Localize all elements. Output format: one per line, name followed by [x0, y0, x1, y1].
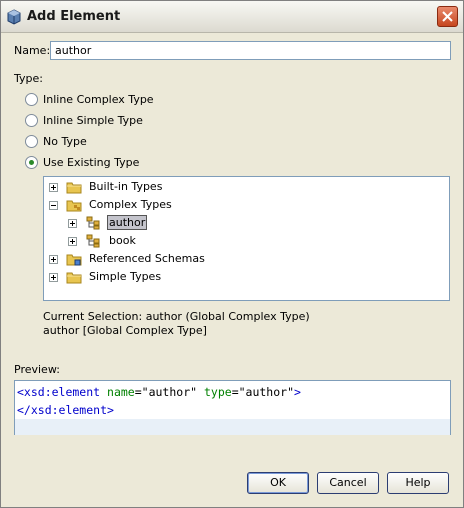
radio-label: Inline Simple Type [43, 114, 143, 127]
close-button[interactable] [437, 6, 458, 27]
preview-panel[interactable]: <xsd:element name="author" type="author"… [14, 380, 451, 435]
dialog-title: Add Element [27, 9, 121, 24]
cancel-button[interactable]: Cancel [317, 472, 379, 494]
tree-item-author[interactable]: author [44, 215, 444, 232]
tree-item-label: book [109, 234, 136, 247]
expand-icon[interactable] [49, 255, 58, 264]
tree-item-label: Complex Types [89, 198, 172, 211]
radio-label: Inline Complex Type [43, 93, 154, 106]
type-label: Type: [14, 72, 43, 85]
code-open-tag: <xsd:element [17, 385, 101, 399]
selection-type-text: author [Global Complex Type] [43, 324, 207, 337]
code-attr-type-value: ="author" [231, 385, 294, 399]
tree-item-label: Simple Types [89, 270, 162, 283]
tree-item-book[interactable]: book [44, 233, 444, 250]
cube-icon [7, 9, 21, 25]
radio-button[interactable] [25, 93, 38, 106]
radio-button-checked[interactable] [25, 156, 38, 169]
radio-button[interactable] [25, 135, 38, 148]
complex-type-icon [86, 216, 100, 230]
code-tag-end: > [294, 385, 301, 399]
name-input[interactable] [50, 41, 451, 60]
tree-item-label-selected: author [107, 215, 148, 230]
add-element-dialog: Add Element Name: Type: Inline Complex T… [0, 0, 464, 508]
folder-icon [66, 272, 82, 284]
preview-line-1: <xsd:element name="author" type="author"… [17, 385, 301, 399]
code-close-tag: </xsd:element> [17, 403, 114, 417]
ok-button[interactable]: OK [247, 472, 309, 494]
folder-open-icon [66, 200, 82, 212]
folder-icon [66, 182, 82, 194]
current-selection-text: Current Selection: author (Global Comple… [43, 310, 310, 323]
close-icon [442, 11, 453, 22]
tree-item-referenced-schemas[interactable]: Referenced Schemas [44, 251, 444, 268]
help-button[interactable]: Help [387, 472, 449, 494]
type-tree[interactable]: Built-in Types Complex Types author book… [43, 176, 450, 301]
preview-label: Preview: [14, 363, 60, 376]
collapse-icon[interactable] [49, 201, 58, 210]
expand-icon[interactable] [68, 237, 77, 246]
expand-icon[interactable] [49, 183, 58, 192]
folder-icon [66, 254, 82, 266]
tree-item-label: Built-in Types [89, 180, 163, 193]
code-attr-type: type [203, 385, 232, 399]
tree-item-label: Referenced Schemas [89, 252, 205, 265]
tree-item-simple-types[interactable]: Simple Types [44, 269, 444, 286]
preview-band [15, 419, 450, 435]
tree-item-built-in-types[interactable]: Built-in Types [44, 179, 444, 196]
tree-item-complex-types[interactable]: Complex Types [44, 197, 444, 214]
code-attr-name: name [107, 385, 135, 399]
radio-label: No Type [43, 135, 87, 148]
expand-icon[interactable] [68, 219, 77, 228]
expand-icon[interactable] [49, 273, 58, 282]
name-label: Name: [14, 44, 51, 57]
title-bar[interactable]: Add Element [1, 1, 463, 33]
code-attr-value: ="author" [134, 385, 198, 399]
preview-line-2: </xsd:element> [17, 403, 114, 417]
radio-label: Use Existing Type [43, 156, 140, 169]
radio-button[interactable] [25, 114, 38, 127]
complex-type-icon [86, 234, 100, 248]
